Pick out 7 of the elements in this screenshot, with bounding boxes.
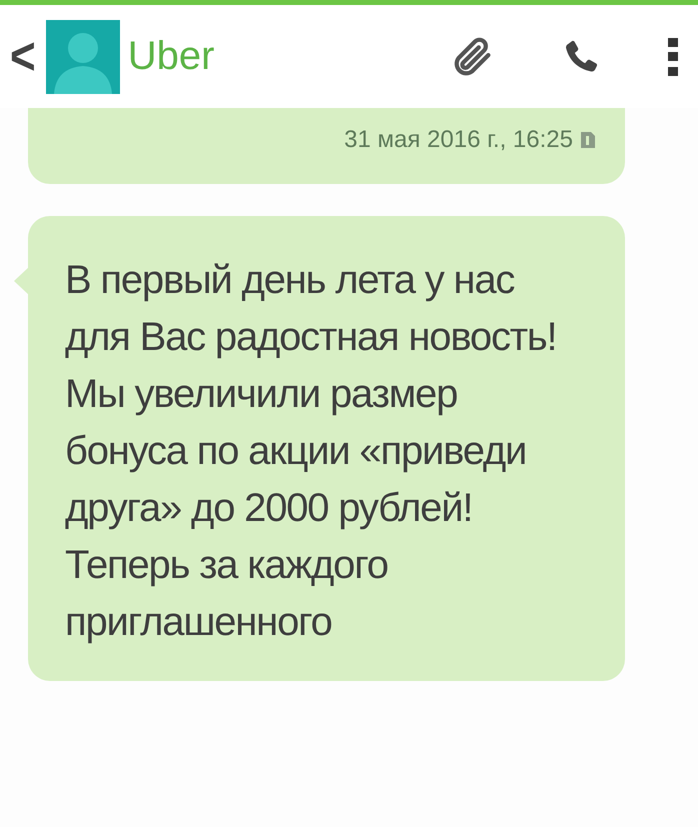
message-time: 31 мая 2016 г., 16:25 — [344, 126, 573, 154]
avatar-icon — [46, 20, 120, 94]
back-button[interactable]: < — [8, 26, 38, 86]
more-icon — [667, 36, 679, 76]
sim-icon — [581, 132, 595, 148]
contact-name: Uber — [128, 34, 216, 79]
message-text: В первый день лета у нас для Вас радостная новость! Мы увеличили размер бонуса по акции «приведи друга» до 2000 рублей! Теперь за каждого приглашенного — [65, 257, 558, 646]
